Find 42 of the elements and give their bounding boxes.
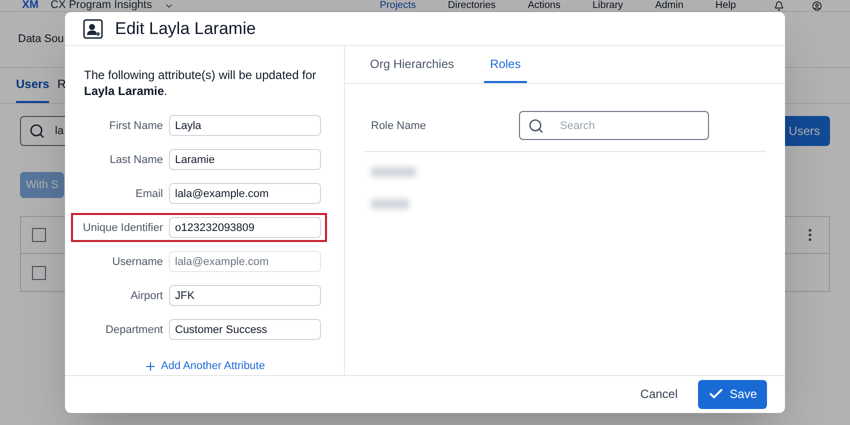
app-title: CX Program Insights <box>50 0 152 11</box>
field-label: Department <box>104 322 163 338</box>
intro-text: The following attribute(s) will be updated for Layla Laramie. <box>83 67 318 100</box>
field-label: Unique Identifier <box>82 220 163 236</box>
search-icon <box>528 118 544 134</box>
subnav-link[interactable]: Data Sou <box>18 31 64 48</box>
field-label: Last Name <box>108 152 163 168</box>
user-edit-icon <box>83 18 103 39</box>
nav-link[interactable]: Help <box>715 0 736 11</box>
text-field[interactable]: Laramie <box>169 149 321 170</box>
text-field[interactable]: o123232093809 <box>169 217 321 238</box>
dialog-tab[interactable]: Roles <box>484 55 527 84</box>
field-label: Email <box>134 186 163 202</box>
blurred-role <box>371 199 409 210</box>
logo: XM <box>22 0 38 11</box>
page-tab[interactable]: Users <box>16 75 50 103</box>
plus-icon <box>144 360 158 374</box>
field-label: Airport <box>130 288 163 304</box>
row-checkbox[interactable] <box>32 266 46 280</box>
row-checkbox[interactable] <box>32 228 46 242</box>
field-label: First Name <box>108 118 163 134</box>
blurred-role <box>371 167 416 178</box>
search-icon <box>29 123 45 139</box>
text-field[interactable]: Layla <box>169 115 321 136</box>
page-tab[interactable]: R <box>57 75 66 103</box>
field-label: Username <box>111 254 163 270</box>
role-name-label: Role Name <box>371 118 428 134</box>
text-field[interactable]: lala@example.com <box>169 183 321 204</box>
nav-link[interactable]: Projects <box>380 0 416 11</box>
nav-link[interactable]: Directories <box>448 0 496 11</box>
text-field[interactable]: JFK <box>169 285 321 306</box>
profile-icon[interactable] <box>812 0 822 10</box>
nav-link[interactable]: Actions <box>528 0 560 11</box>
cancel-button[interactable]: Cancel <box>640 385 678 404</box>
nav-link[interactable]: Library <box>592 0 624 11</box>
text-field[interactable]: Customer Success <box>169 319 321 340</box>
nav-link[interactable]: Admin <box>655 0 684 11</box>
add-attribute-link[interactable]: Add Another Attribute <box>144 358 265 375</box>
dialog-tab[interactable]: Org Hierarchies <box>364 55 460 84</box>
dialog-title: Edit Layla Laramie <box>115 18 256 40</box>
bell-icon[interactable] <box>774 0 784 10</box>
save-button[interactable]: Save <box>698 380 767 409</box>
